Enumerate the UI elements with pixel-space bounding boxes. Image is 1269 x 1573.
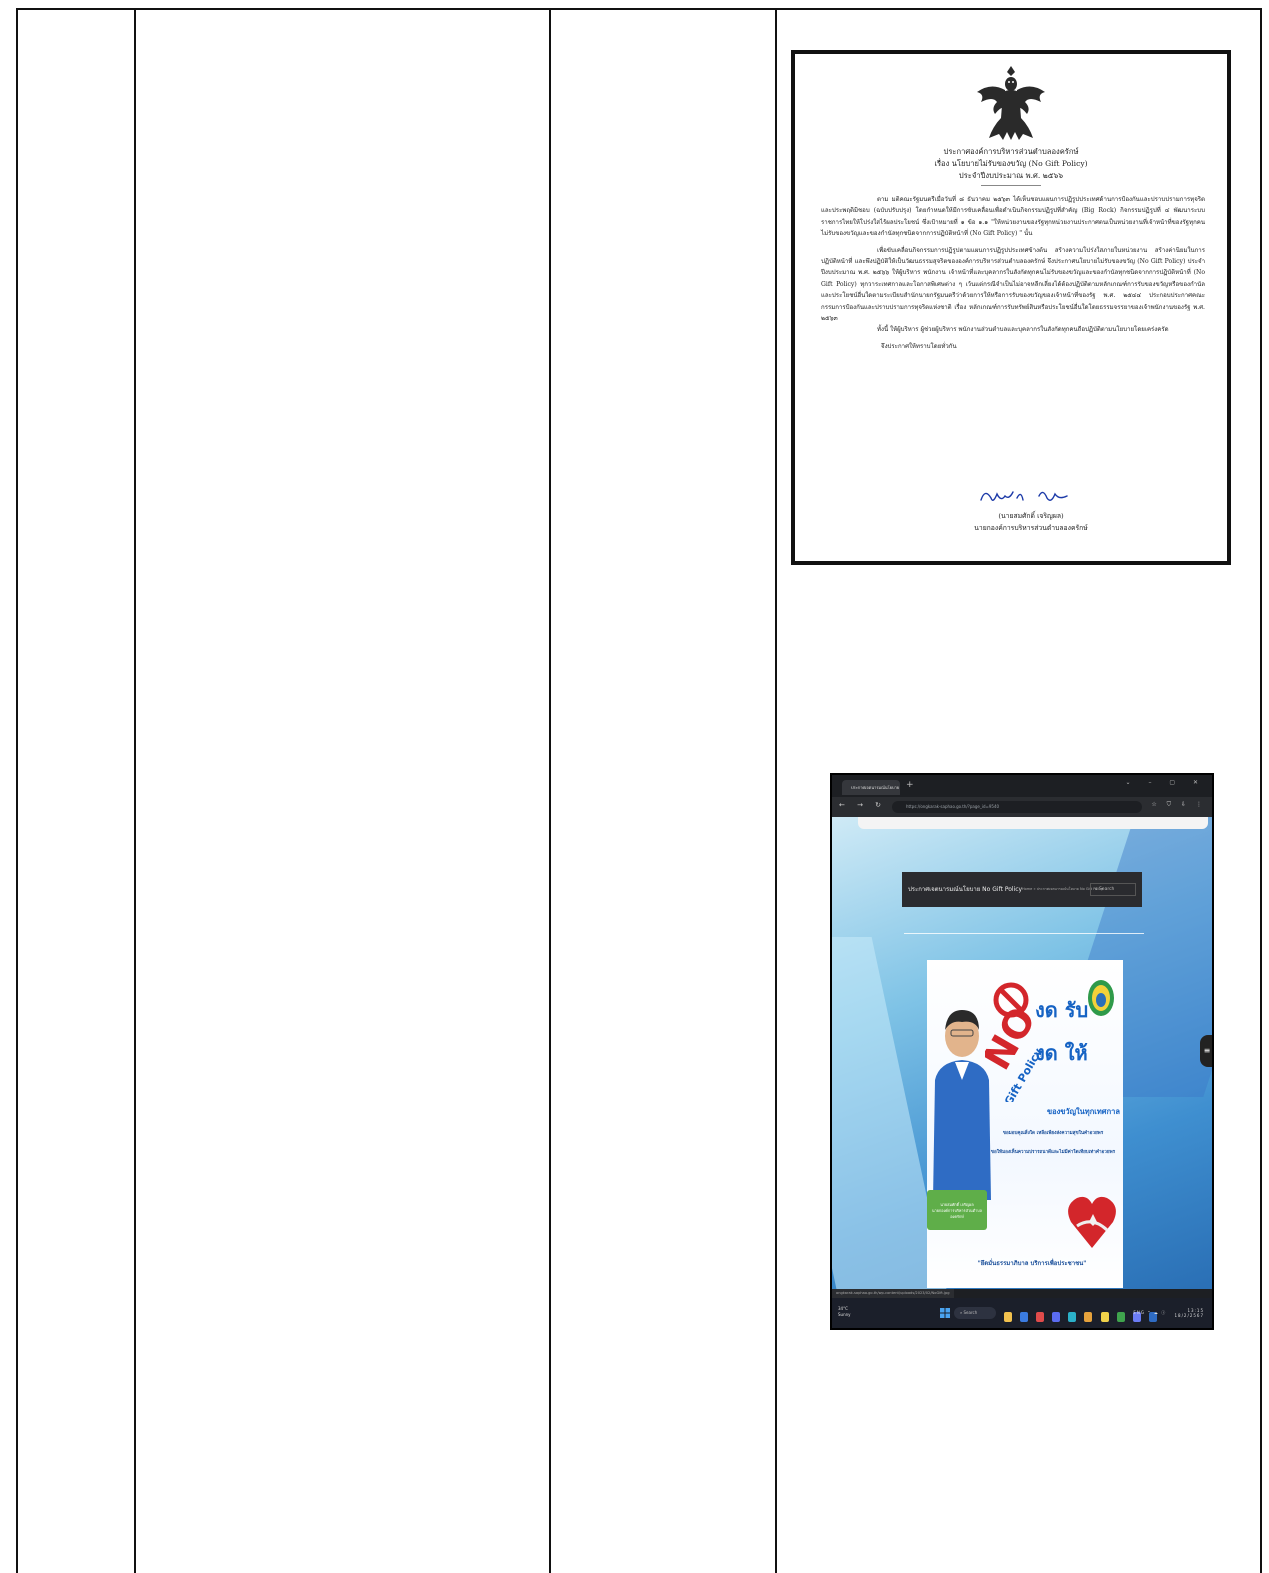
headline-line-1: งด รับ — [1035, 998, 1089, 1022]
poster-message-2: ขอให้มองเห็นความปรารถนาดีและไม่มีค่าใดเท… — [990, 1150, 1116, 1155]
paragraph-2: เพื่อขับเคลื่อนกิจกรรมการปฏิรูปตามแผนการ… — [821, 246, 1205, 323]
browser-screenshot: ประกาศเจตนารมณ์นโยบาย No Gift + ⌄ – ▢ ✕ … — [830, 773, 1214, 1330]
url-field[interactable]: https://ongkarak-saphao.go.th/?page_id=9… — [892, 801, 1142, 813]
weather-desc: Sunny — [838, 1312, 851, 1317]
search-placeholder: Search — [1098, 887, 1115, 892]
organization-seal-icon — [1088, 980, 1114, 1016]
signer-block: (นายสมศักดิ์ เจริญผล) นายกองค์การบริหารส… — [795, 510, 1227, 534]
paragraph-1: ตาม มติคณะรัฐมนตรีเมื่อวันที่ ๘ ธันวาคม … — [821, 196, 1205, 238]
search-input[interactable]: ⌕ Search — [1090, 883, 1136, 896]
table-right-border — [1260, 8, 1262, 1573]
garuda-emblem-icon — [977, 66, 1045, 140]
signer-title: นายกองค์การบริหารส่วนตำบลองครักษ์ — [974, 524, 1088, 532]
announcement-heading: ประกาศองค์การบริหารส่วนตำบลองครักษ์ เรื่… — [795, 146, 1227, 182]
no-gift-badge: NO Gift Policy — [985, 982, 1041, 1102]
no-gift-poster[interactable]: NO Gift Policy งด รับ งด ให้ ของขวัญในทุ… — [927, 960, 1123, 1288]
side-menu-toggle-icon[interactable]: ≡ — [1200, 1035, 1212, 1067]
windows-taskbar: 34°C Sunny ⌕ Search ENG ⌃ ☁ ⓘ 13:15 18/2… — [832, 1298, 1212, 1328]
table-left-border — [16, 8, 18, 1573]
clock-date: 18/2/2567 — [1174, 1313, 1204, 1318]
file-explorer-icon[interactable] — [1004, 1312, 1012, 1322]
signer-name: (นายสมศักดิ์ เจริญผล) — [998, 512, 1064, 520]
divider — [904, 933, 1144, 934]
announcement-body: ตาม มติคณะรัฐมนตรีเมื่อวันที่ ๘ ธันวาคม … — [821, 194, 1205, 352]
heading-divider — [981, 185, 1041, 186]
app-icon[interactable] — [1020, 1312, 1029, 1322]
page-viewport: ประกาศเจตนารมณ์นโยบาย No Gift Policy Hom… — [832, 817, 1212, 1289]
taskbar-search[interactable]: ⌕ Search — [954, 1307, 996, 1319]
poster-headline: งด รับ งด ให้ — [1035, 1000, 1088, 1064]
app-icon[interactable] — [1036, 1312, 1045, 1322]
headline-line-2: งด ให้ — [1035, 1041, 1088, 1065]
page-header-strip — [858, 817, 1208, 829]
announcement-document: ประกาศองค์การบริหารส่วนตำบลองครักษ์ เรื่… — [791, 50, 1231, 565]
browser-address-bar: ← → ↻ https://ongkarak-saphao.go.th/?pag… — [832, 797, 1212, 817]
heading-line-2: เรื่อง นโยบายไม่รับของขวัญ (No Gift Poli… — [934, 159, 1088, 168]
app-icon[interactable] — [1052, 1312, 1061, 1322]
app-icon[interactable] — [1116, 1312, 1125, 1322]
navigation-buttons-icon[interactable]: ← → ↻ — [839, 801, 886, 809]
heading-line-1: ประกาศองค์การบริหารส่วนตำบลองครักษ์ — [943, 147, 1079, 156]
column-divider-2 — [549, 8, 551, 1573]
poster-message-1: ขอมอบคุณสิ่งใด เหลือเพียงส่งความสุขในคำอ… — [1002, 1131, 1104, 1136]
paragraph-3: ทั้งนี้ ให้ผู้บริหาร ผู้ช่วยผู้บริหาร พน… — [877, 326, 1169, 334]
page-title: ประกาศเจตนารมณ์นโยบาย No Gift Policy — [908, 886, 1023, 893]
edge-icon[interactable] — [1068, 1312, 1077, 1322]
handwritten-signature — [980, 491, 1068, 501]
table-top-border — [16, 8, 1261, 10]
page-title-bar: ประกาศเจตนารมณ์นโยบาย No Gift Policy Hom… — [902, 872, 1142, 907]
closing-line: จึงประกาศให้ทราบโดยทั่วกัน — [881, 342, 957, 350]
chrome-icon[interactable] — [1084, 1312, 1093, 1322]
column-divider-3 — [775, 8, 777, 1573]
tray-icons: ENG ⌃ ☁ ⓘ — [1133, 1310, 1167, 1315]
mayor-title: นายกองค์การบริหารส่วนตำบลองครักษ์ — [932, 1208, 982, 1219]
column-divider-1 — [134, 8, 136, 1573]
gift-heart-icon — [1068, 1196, 1116, 1248]
status-bar-url: ongkarak-saphao.go.th/wp-content/uploads… — [832, 1289, 954, 1298]
system-tray[interactable]: ENG ⌃ ☁ ⓘ 13:15 18/2/2567 — [1133, 1308, 1204, 1318]
windows-start-icon[interactable] — [940, 1308, 950, 1318]
heading-line-3: ประจำปีงบประมาณ พ.ศ. ๒๕๖๖ — [958, 171, 1064, 180]
poster-subline: ของขวัญในทุกเทศกาล — [1047, 1107, 1120, 1116]
weather-widget[interactable]: 34°C Sunny — [838, 1306, 851, 1318]
poster-slogan: "ยึดมั่นธรรมาภิบาล บริการเพื่อประชาชน" — [977, 1260, 1087, 1267]
browser-tab-bar: ประกาศเจตนารมณ์นโยบาย No Gift + ⌄ – ▢ ✕ — [832, 775, 1212, 797]
mayor-name-box: นายสมศักดิ์ เจริญผล นายกองค์การบริหารส่ว… — [927, 1190, 987, 1230]
taskbar-search-label: Search — [963, 1310, 978, 1315]
app-icon[interactable] — [1100, 1312, 1109, 1322]
extension-icons[interactable]: ☆ ⛉ ⇩ ⋮ — [1151, 801, 1206, 809]
new-tab-icon[interactable]: + — [906, 780, 914, 790]
browser-tab[interactable]: ประกาศเจตนารมณ์นโยบาย No Gift — [842, 780, 900, 795]
window-controls-icon[interactable]: ⌄ – ▢ ✕ — [1126, 779, 1206, 786]
